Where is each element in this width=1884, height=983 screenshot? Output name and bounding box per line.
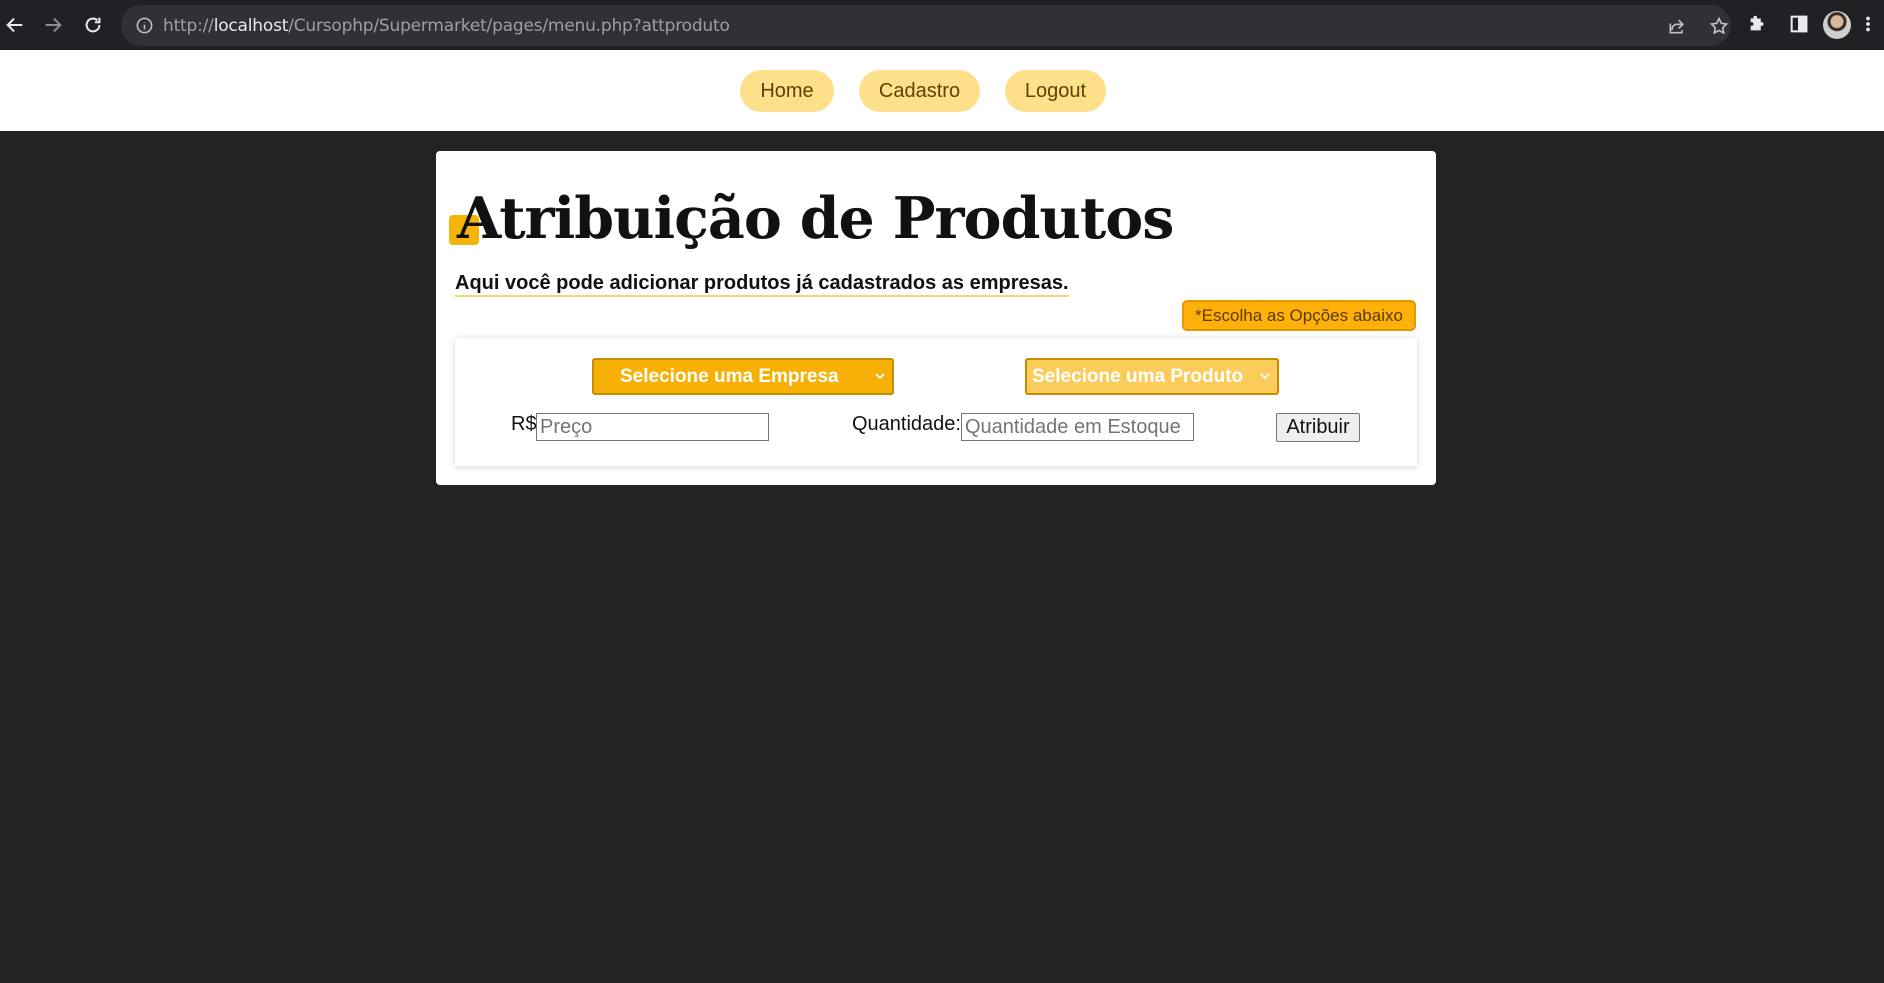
quantity-label: Quantidade: bbox=[852, 413, 961, 435]
options-hint-badge: *Escolha as Opções abaixo bbox=[1182, 300, 1416, 331]
page-title: Atribuição de Produtos bbox=[457, 185, 1174, 252]
price-input[interactable]: Preço bbox=[536, 413, 769, 441]
address-bar[interactable]: http://localhost/Cursophp/Supermarket/pa… bbox=[121, 5, 1731, 46]
nav-cadastro-button[interactable]: Cadastro bbox=[859, 70, 980, 112]
url-text[interactable]: http://localhost/Cursophp/Supermarket/pa… bbox=[163, 16, 730, 36]
browser-toolbar: http://localhost/Cursophp/Supermarket/pa… bbox=[0, 0, 1884, 50]
atribuir-button[interactable]: Atribuir bbox=[1276, 413, 1360, 442]
reload-icon[interactable] bbox=[78, 10, 108, 40]
chevron-down-icon bbox=[875, 373, 885, 380]
url-host: localhost bbox=[213, 16, 289, 36]
produto-select[interactable]: Selecione uma Produto bbox=[1025, 358, 1279, 395]
assignment-form: Selecione uma Empresa Selecione uma Prod… bbox=[455, 338, 1417, 466]
bookmark-star-icon[interactable] bbox=[1709, 16, 1729, 36]
side-panel-icon[interactable] bbox=[1788, 13, 1810, 35]
price-label: R$ bbox=[511, 413, 537, 435]
info-icon[interactable] bbox=[135, 16, 154, 35]
nav-home-button[interactable]: Home bbox=[740, 70, 834, 112]
site-header: Home Cadastro Logout bbox=[0, 50, 1884, 131]
profile-avatar[interactable] bbox=[1823, 11, 1851, 39]
assignment-card: Atribuição de Produtos Aqui você pode ad… bbox=[436, 151, 1436, 485]
page-subtitle: Aqui você pode adicionar produtos já cad… bbox=[455, 272, 1069, 297]
url-path: /Cursophp/Supermarket/pages/menu.php?att… bbox=[288, 16, 730, 36]
back-arrow-icon[interactable] bbox=[0, 10, 30, 40]
share-icon[interactable] bbox=[1667, 16, 1687, 36]
empresa-select[interactable]: Selecione uma Empresa bbox=[592, 358, 894, 395]
extensions-puzzle-icon[interactable] bbox=[1747, 13, 1769, 35]
quantity-input[interactable]: Quantidade em Estoque bbox=[961, 413, 1194, 441]
produto-select-label: Selecione uma Produto bbox=[1032, 365, 1244, 387]
forward-arrow-icon[interactable] bbox=[38, 10, 68, 40]
nav-logout-button[interactable]: Logout bbox=[1005, 70, 1106, 112]
empresa-select-label: Selecione uma Empresa bbox=[620, 365, 839, 387]
url-prefix: http:// bbox=[163, 16, 214, 36]
more-menu-icon[interactable] bbox=[1862, 13, 1874, 35]
chevron-down-icon bbox=[1260, 373, 1270, 380]
